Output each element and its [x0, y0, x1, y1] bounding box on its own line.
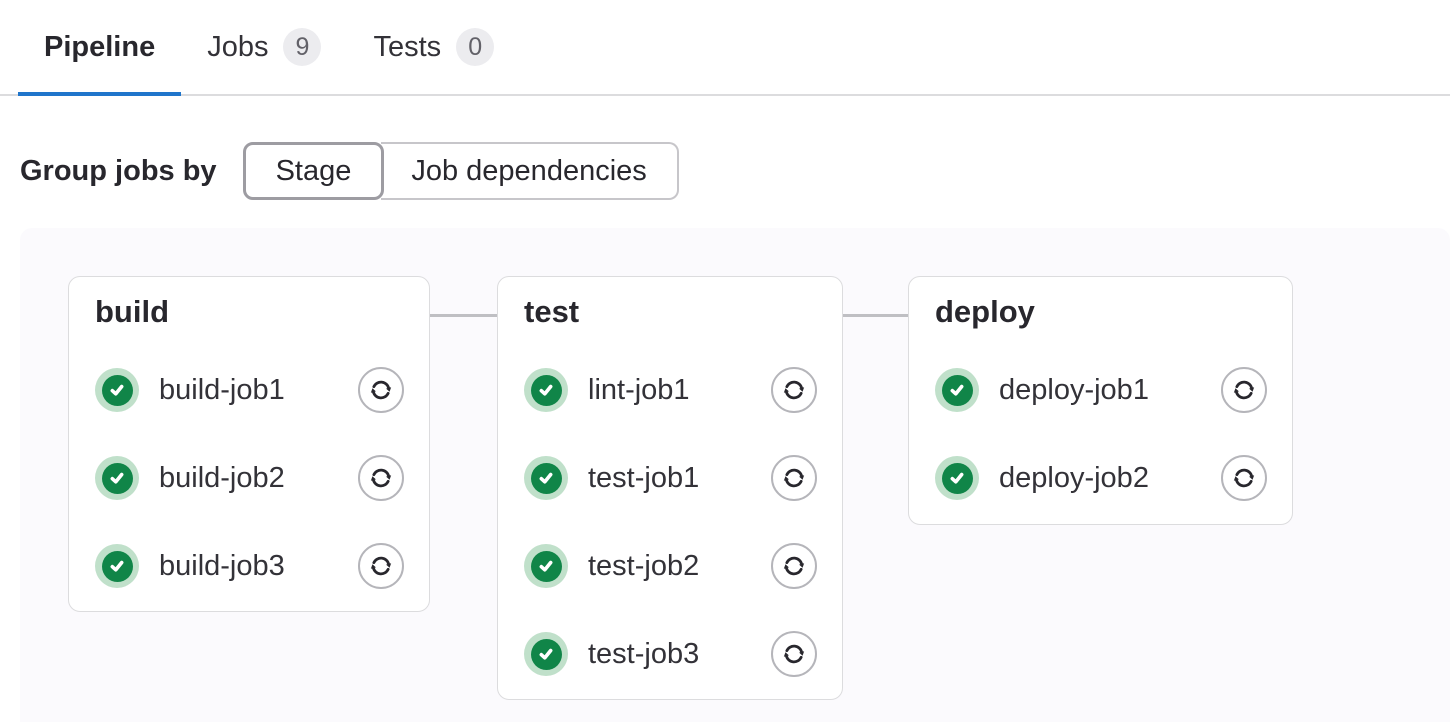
job-row: build-job3 [95, 544, 404, 588]
retry-icon [780, 552, 808, 580]
jobs-count-badge: 9 [283, 28, 321, 66]
retry-icon [367, 376, 395, 404]
retry-job-button[interactable] [1221, 455, 1267, 501]
group-jobs-by-row: Group jobs by Stage Job dependencies [20, 142, 1450, 200]
retry-job-button[interactable] [1221, 367, 1267, 413]
status-success-icon [524, 368, 568, 412]
job-name-link[interactable]: deploy-job1 [999, 374, 1149, 407]
retry-job-button[interactable] [771, 543, 817, 589]
retry-icon [367, 464, 395, 492]
status-success-icon [524, 544, 568, 588]
job-row: test-job3 [524, 632, 817, 676]
job-name-link[interactable]: deploy-job2 [999, 462, 1149, 495]
retry-job-button[interactable] [358, 367, 404, 413]
job-row: test-job2 [524, 544, 817, 588]
tab-tests[interactable]: Tests 0 [347, 0, 520, 94]
status-success-icon [95, 456, 139, 500]
status-success-icon [95, 544, 139, 588]
status-success-icon [524, 456, 568, 500]
job-name-link[interactable]: test-job2 [588, 550, 699, 583]
job-row: build-job1 [95, 368, 404, 412]
job-row: deploy-job1 [935, 368, 1267, 412]
stage-card-build: build build-job1 build-job2 build-job3 [68, 276, 430, 612]
retry-job-button[interactable] [358, 455, 404, 501]
pipeline-tabs-bar: Pipeline Jobs 9 Tests 0 [0, 0, 1450, 96]
retry-icon [780, 464, 808, 492]
job-name-link[interactable]: build-job3 [159, 550, 285, 583]
stage-name: build [95, 292, 404, 332]
tests-count-badge: 0 [456, 28, 494, 66]
stage-connector-line [430, 314, 497, 317]
job-name-link[interactable]: lint-job1 [588, 374, 690, 407]
status-success-icon [95, 368, 139, 412]
group-jobs-by-label: Group jobs by [20, 155, 217, 188]
retry-job-button[interactable] [771, 631, 817, 677]
job-name-link[interactable]: test-job1 [588, 462, 699, 495]
stage-jobs-list: deploy-job1 deploy-job2 [935, 368, 1267, 500]
group-jobs-by-segmented-control: Stage Job dependencies [243, 142, 679, 200]
job-name-link[interactable]: build-job2 [159, 462, 285, 495]
stage-jobs-list: build-job1 build-job2 build-job3 [95, 368, 404, 588]
retry-icon [780, 376, 808, 404]
stage-jobs-list: lint-job1 test-job1 test-job2 test-job3 [524, 368, 817, 676]
tab-pipeline[interactable]: Pipeline [18, 0, 181, 94]
stage-card-deploy: deploy deploy-job1 deploy-job2 [908, 276, 1293, 525]
stage-connector-line [843, 314, 908, 317]
job-name-link[interactable]: test-job3 [588, 638, 699, 671]
retry-job-button[interactable] [358, 543, 404, 589]
retry-job-button[interactable] [771, 367, 817, 413]
tab-tests-label: Tests [373, 31, 441, 64]
retry-icon [1230, 464, 1258, 492]
tab-pipeline-label: Pipeline [44, 31, 155, 64]
retry-icon [780, 640, 808, 668]
job-row: build-job2 [95, 456, 404, 500]
job-name-link[interactable]: build-job1 [159, 374, 285, 407]
tab-jobs-label: Jobs [207, 31, 268, 64]
stage-name: test [524, 292, 817, 332]
stage-card-test: test lint-job1 test-job1 test-job2 test-… [497, 276, 843, 700]
group-by-stage-button[interactable]: Stage [243, 142, 385, 200]
status-success-icon [935, 368, 979, 412]
retry-icon [367, 552, 395, 580]
group-by-job-dependencies-button[interactable]: Job dependencies [381, 142, 678, 200]
job-row: lint-job1 [524, 368, 817, 412]
retry-job-button[interactable] [771, 455, 817, 501]
tab-jobs[interactable]: Jobs 9 [181, 0, 347, 94]
stage-name: deploy [935, 292, 1267, 332]
job-row: deploy-job2 [935, 456, 1267, 500]
status-success-icon [524, 632, 568, 676]
pipeline-graph-panel: build build-job1 build-job2 build-job3 t… [20, 228, 1450, 722]
job-row: test-job1 [524, 456, 817, 500]
retry-icon [1230, 376, 1258, 404]
status-success-icon [935, 456, 979, 500]
